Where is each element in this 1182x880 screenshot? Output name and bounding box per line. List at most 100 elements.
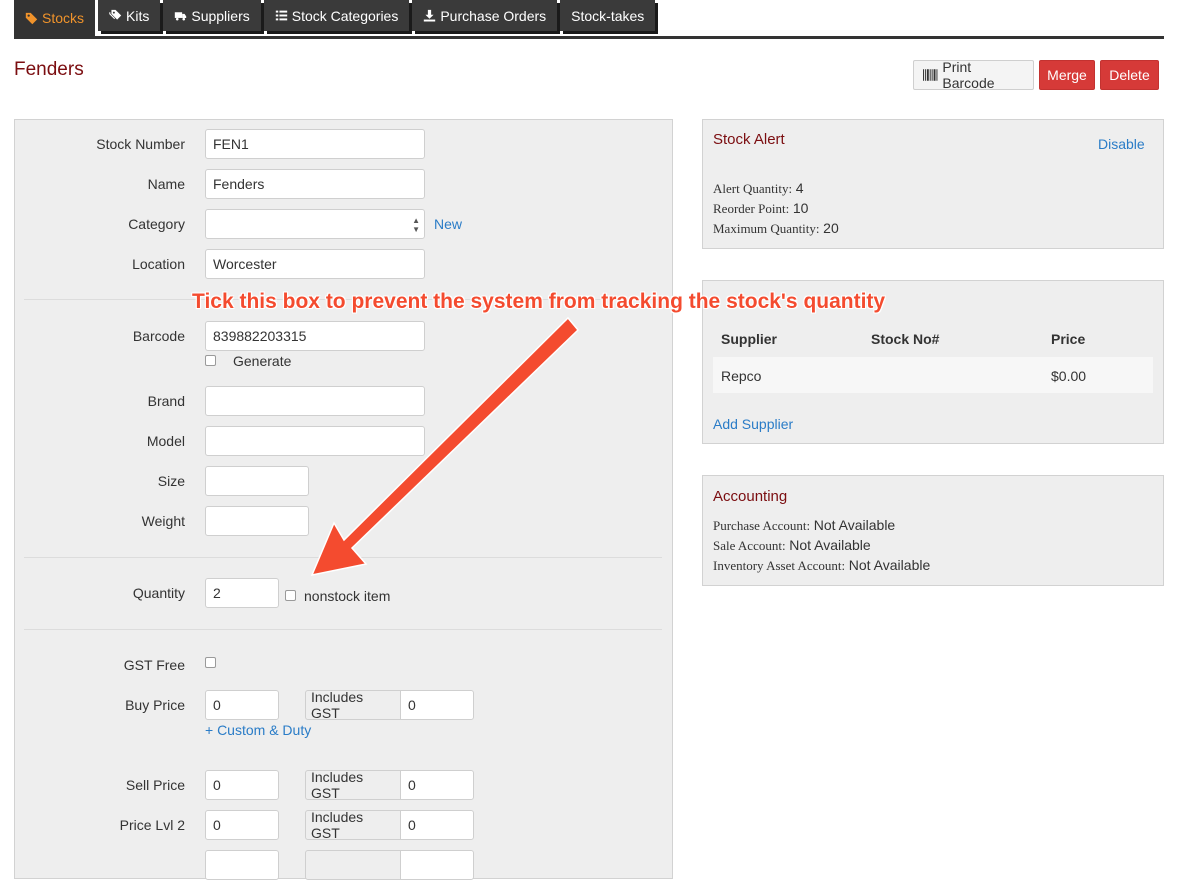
inventory-asset-account-value: Not Available [848, 557, 931, 573]
tab-label: Purchase Orders [440, 7, 547, 24]
category-select[interactable]: ▲ ▼ [205, 209, 425, 239]
stock-alert-title: Stock Alert [713, 131, 785, 148]
price-column-header: Price [1051, 331, 1086, 347]
tab-label: Kits [126, 7, 150, 24]
tabs-divider [14, 36, 1164, 39]
merge-button[interactable]: Merge [1039, 60, 1095, 90]
purchase-account-value: Not Available [813, 517, 896, 533]
size-label: Size [157, 473, 185, 489]
model-input[interactable] [205, 426, 425, 456]
print-barcode-button[interactable]: Print Barcode [913, 59, 1034, 91]
stock-no-column-header: Stock No# [871, 331, 940, 347]
tab-label: Stocks [42, 10, 85, 26]
includes-gst-addon: Includes GST [305, 809, 401, 841]
nonstock-item-label: nonstock item [304, 588, 391, 604]
stock-number-label: Stock Number [96, 136, 185, 152]
tab-label: Stock Categories [291, 7, 399, 24]
name-label: Name [147, 176, 185, 192]
size-input[interactable] [205, 466, 309, 496]
generate-label: Generate [233, 353, 292, 369]
brand-input[interactable] [205, 386, 425, 416]
tab-purchase-orders[interactable]: Purchase Orders [412, 0, 558, 31]
maximum-quantity-label: Maximum Quantity: [713, 221, 820, 236]
nonstock-item-checkbox[interactable] [285, 590, 296, 601]
generate-barcode-checkbox[interactable] [205, 355, 216, 366]
list-icon [275, 10, 287, 21]
gst-free-checkbox[interactable] [205, 657, 216, 668]
sale-account-row: Sale Account: Not Available [713, 537, 871, 554]
location-input[interactable] [205, 249, 425, 279]
section-divider [24, 557, 662, 558]
download-icon [424, 9, 436, 22]
includes-gst-addon: Includes GST [305, 769, 401, 801]
custom-duty-link[interactable]: + Custom & Duty [205, 722, 311, 738]
section-divider [24, 629, 662, 630]
tab-stocks[interactable]: Stocks [14, 0, 96, 36]
sell-price-incl-gst-input[interactable] [400, 770, 474, 800]
disable-alert-link[interactable]: Disable [1098, 136, 1145, 152]
buy-price-label: Buy Price [125, 697, 185, 713]
buy-price-input[interactable] [205, 690, 279, 720]
accounting-title: Accounting [713, 488, 788, 505]
stock-number-input[interactable] [205, 129, 425, 159]
tab-stock-takes[interactable]: Stock-takes [560, 0, 656, 31]
tab-kits[interactable]: Kits [98, 0, 161, 31]
reorder-point-value: 10 [792, 200, 809, 216]
quantity-label: Quantity [132, 585, 185, 601]
page-title: Fenders [14, 59, 84, 80]
gst-free-label: GST Free [123, 657, 185, 673]
brand-label: Brand [147, 393, 185, 409]
alert-quantity-label: Alert Quantity: [713, 181, 793, 196]
annotation-callout: Tick this box to prevent the system from… [192, 290, 886, 313]
sale-account-value: Not Available [789, 537, 871, 553]
reorder-point-row: Reorder Point: 10 [713, 200, 808, 217]
tab-suppliers[interactable]: Suppliers [163, 0, 261, 31]
weight-input[interactable] [205, 506, 309, 536]
maximum-quantity-value: 20 [823, 220, 839, 236]
purchase-account-row: Purchase Account: Not Available [713, 517, 895, 534]
tab-stock-categories[interactable]: Stock Categories [263, 0, 410, 31]
price-lvl2-incl-gst-input[interactable] [400, 810, 474, 840]
reorder-point-label: Reorder Point: [713, 201, 790, 216]
new-category-link[interactable]: New [434, 216, 462, 232]
tags-icon [109, 9, 122, 20]
price-lvl3-incl-gst-input[interactable] [400, 850, 474, 880]
price-lvl3-input[interactable] [205, 850, 279, 880]
barcode-input[interactable] [205, 321, 425, 351]
quantity-input[interactable] [205, 578, 279, 608]
sell-price-label: Sell Price [125, 777, 185, 793]
tab-label: Suppliers [191, 7, 250, 24]
purchase-account-label: Purchase Account: [713, 518, 811, 533]
sell-price-input[interactable] [205, 770, 279, 800]
includes-gst-addon: Includes GST [305, 689, 401, 721]
barcode-label: Barcode [132, 328, 185, 344]
location-label: Location [132, 256, 185, 272]
weight-label: Weight [141, 513, 185, 529]
price-lvl2-label: Price Lvl 2 [119, 817, 185, 833]
model-label: Model [146, 433, 185, 449]
add-supplier-link[interactable]: Add Supplier [713, 416, 793, 432]
supplier-column-header: Supplier [721, 331, 778, 347]
inventory-asset-account-label: Inventory Asset Account: [713, 558, 846, 573]
truck-icon [175, 12, 187, 21]
delete-button[interactable]: Delete [1100, 60, 1159, 90]
alert-quantity-value: 4 [795, 180, 804, 196]
select-arrows-icon: ▲ ▼ [412, 216, 420, 234]
buy-price-incl-gst-input[interactable] [400, 690, 474, 720]
tab-label: Stock-takes [571, 7, 645, 24]
inventory-asset-account-row: Inventory Asset Account: Not Available [713, 557, 930, 574]
category-label: Category [128, 216, 185, 232]
top-nav-tabs: Stocks Kits Suppliers Stock Categories P… [14, 0, 658, 36]
includes-gst-addon [305, 850, 401, 880]
sale-account-label: Sale Account: [713, 538, 786, 553]
supplier-name-cell: Repco [721, 368, 762, 384]
price-lvl2-input[interactable] [205, 810, 279, 840]
tag-icon [25, 12, 38, 24]
print-barcode-label: Print Barcode [942, 59, 995, 91]
table-row[interactable] [713, 357, 1153, 393]
barcode-icon [923, 69, 938, 81]
name-input[interactable] [205, 169, 425, 199]
maximum-quantity-row: Maximum Quantity: 20 [713, 220, 839, 237]
alert-quantity-row: Alert Quantity: 4 [713, 180, 804, 197]
supplier-price-cell: $0.00 [1051, 368, 1087, 384]
